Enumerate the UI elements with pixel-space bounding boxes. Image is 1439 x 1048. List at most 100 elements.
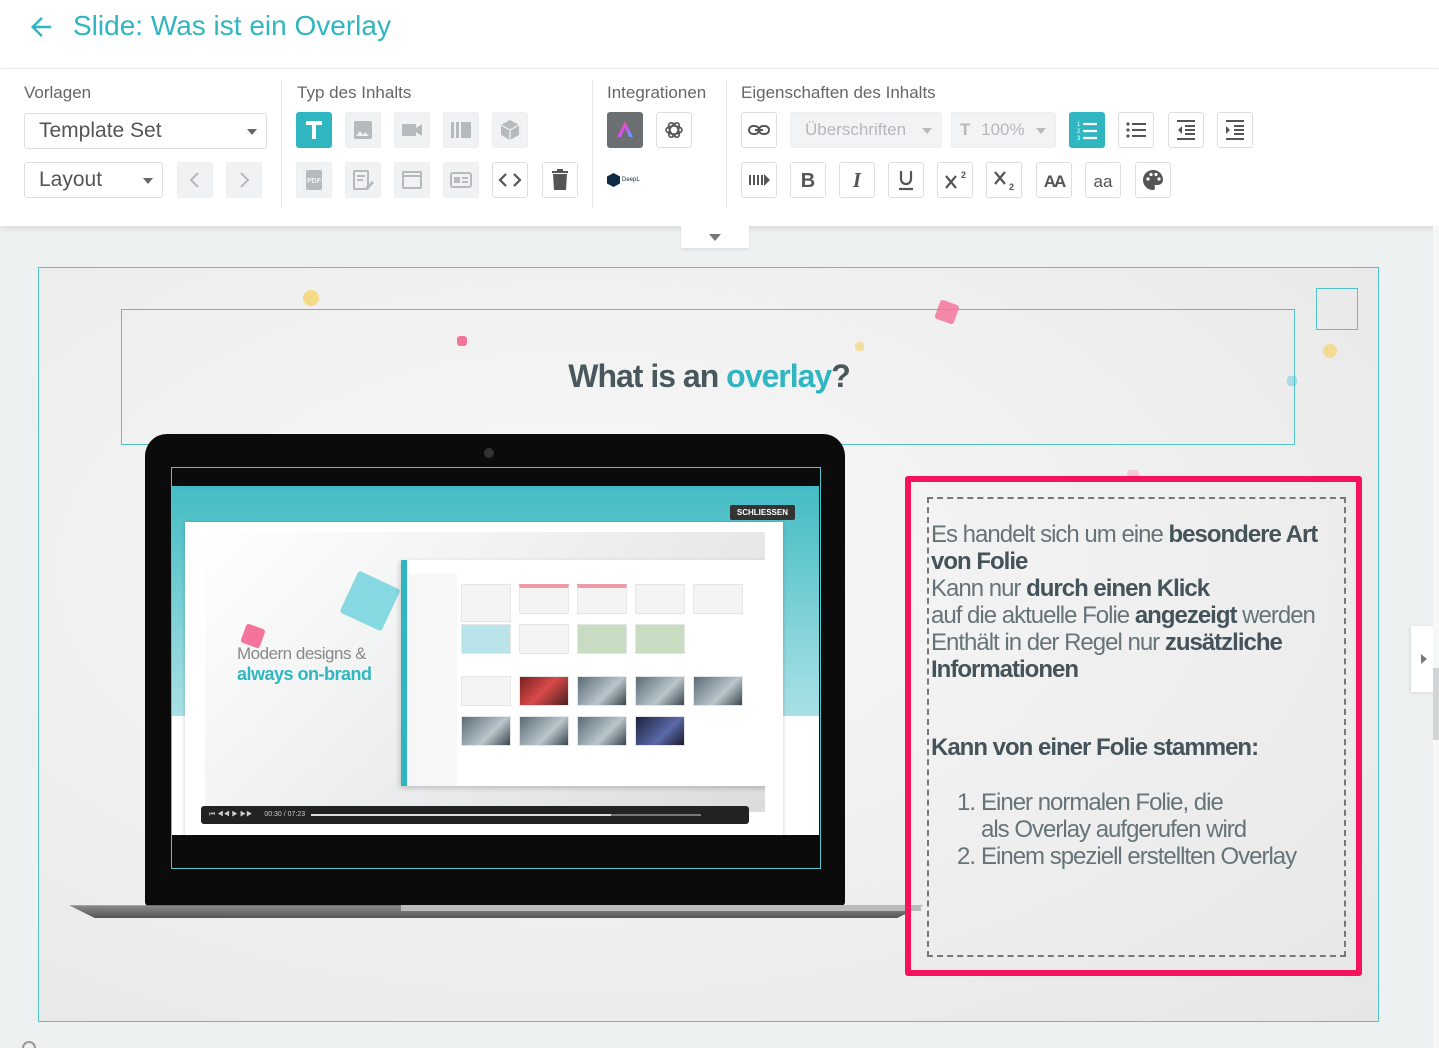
link-button[interactable] — [741, 112, 777, 148]
font-size-icon: T — [960, 120, 971, 139]
collapse-toolbar-toggle[interactable] — [681, 226, 749, 248]
template-set-value: Template Set — [39, 119, 162, 142]
previous-layout-button[interactable] — [177, 162, 213, 198]
lowercase-button[interactable]: aa — [1085, 162, 1121, 198]
image-type-button[interactable] — [345, 112, 381, 148]
paragraph-3: auf die aktuelle Folie angezeigt werden — [931, 602, 1346, 629]
heading-style-select[interactable]: Überschriften — [790, 112, 942, 148]
eigenschaften-label: Eigenschaften des Inhalts — [741, 83, 936, 102]
list-number: 2. — [957, 843, 976, 870]
indent-button[interactable] — [1217, 112, 1253, 148]
superscript-button[interactable]: 2 — [937, 162, 973, 198]
webcam — [484, 448, 494, 458]
highlighted-text-element[interactable]: Es handelt sich um eine besondere Art vo… — [905, 476, 1362, 976]
list-number: 1. — [957, 789, 976, 816]
svg-text:aa: aa — [1094, 172, 1113, 191]
svg-text:I: I — [852, 168, 862, 192]
scrollbar-thumb[interactable] — [1433, 668, 1439, 740]
bold-button[interactable]: B — [790, 162, 826, 198]
subscript-button[interactable]: 2 — [986, 162, 1022, 198]
svg-text:PDF: PDF — [307, 178, 322, 185]
scrollbar-track[interactable] — [1433, 226, 1439, 1048]
openai-icon — [665, 121, 683, 139]
text-light: auf die aktuelle Folie — [931, 602, 1135, 629]
text-light: Enthält in der Regel nur — [931, 629, 1165, 656]
underline-button[interactable] — [888, 162, 924, 198]
laptop-base-shine — [401, 905, 921, 911]
heading-style-value: Überschriften — [805, 120, 907, 139]
back-arrow-icon[interactable] — [26, 12, 56, 42]
app-header: Slide: Was ist ein Overlay — [0, 0, 1439, 68]
code-icon — [498, 173, 522, 187]
heading-frame[interactable]: What is an overlay? — [121, 309, 1295, 445]
text-t-icon — [306, 121, 322, 139]
gallery-icon — [451, 122, 471, 138]
heading-accent: overlay — [726, 358, 832, 394]
integrationen-label: Integrationen — [607, 83, 707, 102]
uppercase-button[interactable]: AA — [1036, 162, 1072, 198]
uppercase-icon: AA — [1044, 172, 1066, 191]
layout-select[interactable]: Layout — [24, 162, 163, 198]
video-camera-icon — [402, 124, 422, 136]
text-type-button[interactable] — [296, 112, 332, 148]
chevron-down-icon — [143, 178, 153, 184]
svg-text:AA: AA — [1044, 172, 1066, 191]
pdf-type-button[interactable]: PDF — [296, 162, 332, 198]
browser-window-icon — [402, 171, 422, 189]
slide-heading: What is an overlay? — [122, 358, 1296, 395]
paragraph-2: Kann nur durch einen Klick — [931, 575, 1346, 602]
card-icon — [450, 172, 472, 188]
layout-value: Layout — [39, 168, 103, 191]
ordered-list-icon: 123 — [1077, 122, 1097, 142]
link-icon — [748, 125, 770, 135]
text-light: werden — [1236, 602, 1316, 629]
cube-icon — [500, 120, 520, 140]
3d-object-type-button[interactable] — [492, 112, 528, 148]
video-element-frame[interactable] — [171, 467, 821, 869]
font-size-select[interactable]: T 100% — [951, 112, 1056, 148]
paragraph-1: Es handelt sich um eine besondere Art vo… — [931, 521, 1346, 575]
bullet-list-button[interactable] — [1118, 112, 1154, 148]
ordered-list-button[interactable]: 123 — [1069, 112, 1105, 148]
form-type-button[interactable] — [345, 162, 381, 198]
deepl-button[interactable]: DeepL — [607, 171, 641, 189]
next-layout-button[interactable] — [226, 162, 262, 198]
text-light: Es handelt sich um eine — [931, 521, 1169, 548]
palette-icon — [1143, 170, 1163, 190]
corner-placeholder-box[interactable] — [1316, 288, 1358, 330]
outdent-button[interactable] — [1168, 112, 1204, 148]
font-size-value: 100% — [981, 120, 1025, 139]
image-icon — [354, 121, 372, 139]
video-type-button[interactable] — [394, 112, 430, 148]
bullet-list-icon — [1126, 122, 1146, 138]
template-set-select[interactable]: Template Set — [24, 113, 267, 149]
iframe-type-button[interactable] — [394, 162, 430, 198]
decor-dot — [303, 290, 319, 306]
divider — [592, 81, 593, 207]
bottom-indicator-icon — [22, 1041, 36, 1048]
animation-button[interactable] — [741, 162, 777, 198]
text-paragraphs[interactable]: Es handelt sich um eine besondere Art vo… — [931, 521, 1346, 683]
chatgpt-button[interactable] — [656, 112, 692, 148]
svg-text:B: B — [801, 170, 815, 192]
list-text: Einer normalen Folie, die — [981, 789, 1224, 816]
decor-dot — [1323, 344, 1337, 358]
chevron-down-icon — [247, 129, 257, 135]
italic-button[interactable]: I — [839, 162, 875, 198]
text-bold: angezeigt — [1134, 602, 1238, 629]
adobe-express-button[interactable] — [607, 112, 643, 148]
outdent-icon — [1177, 120, 1195, 140]
delete-button[interactable] — [542, 162, 578, 198]
card-type-button[interactable] — [443, 162, 479, 198]
deepl-icon — [607, 173, 620, 187]
text-element-bounds[interactable]: Es handelt sich um eine besondere Art vo… — [927, 497, 1346, 957]
html-code-button[interactable] — [492, 162, 528, 198]
gallery-type-button[interactable] — [443, 112, 479, 148]
deepl-label: DeepL — [622, 177, 640, 183]
animation-icon — [749, 174, 770, 186]
list-item: 1. Einer normalen Folie, die — [957, 789, 1337, 816]
svg-text:1: 1 — [1077, 122, 1081, 128]
slide-canvas[interactable]: What is an overlay? SCHLIESSEN Modern de… — [38, 267, 1379, 1022]
superscript-icon: 2 — [945, 170, 966, 189]
color-button[interactable] — [1135, 162, 1171, 198]
